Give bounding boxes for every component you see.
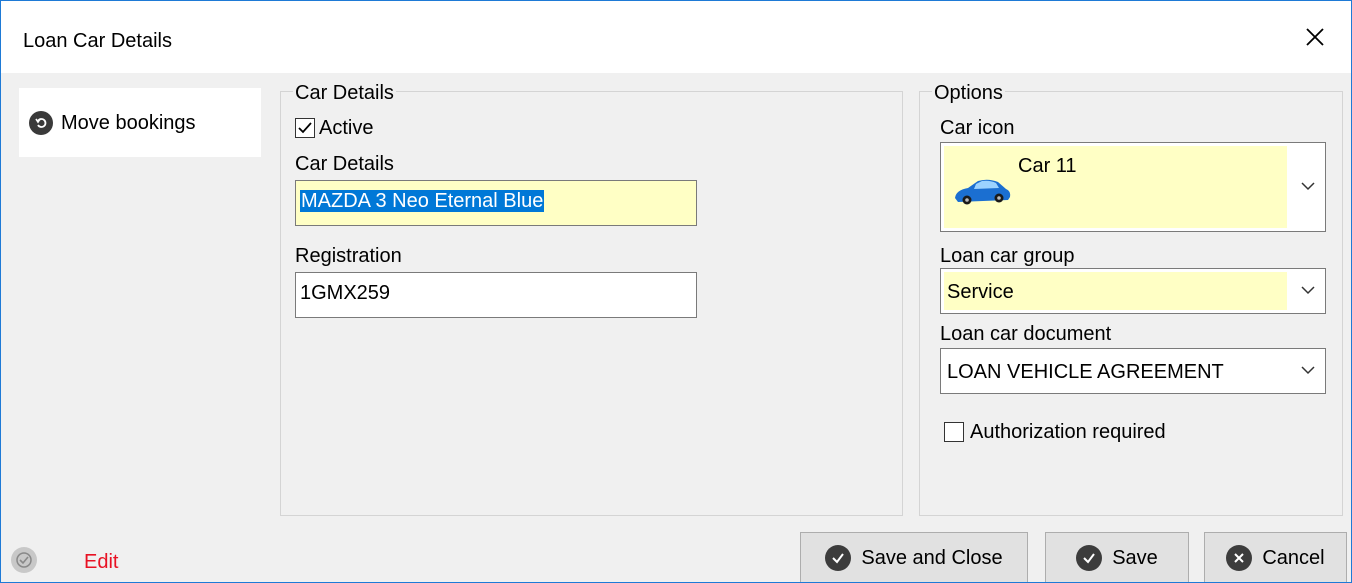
dialog-window: Loan Car Details Move bookings Car Detai… [0,0,1352,583]
window-title: Loan Car Details [23,30,172,52]
registration-label: Registration [295,245,402,267]
save-and-close-button[interactable]: Save and Close [800,532,1028,582]
car-details-group-label: Car Details [293,82,396,104]
loan-car-group-dropdown[interactable]: Service [940,268,1326,314]
close-button[interactable] [1279,1,1351,73]
cancel-button[interactable]: Cancel [1204,532,1347,582]
cancel-label: Cancel [1262,546,1325,569]
loan-car-document-dropdown[interactable]: LOAN VEHICLE AGREEMENT [940,348,1326,394]
car-icon-label: Car icon [940,117,1015,139]
chevron-down-icon [1301,366,1315,375]
save-button[interactable]: Save [1045,532,1189,582]
active-label: Active [319,117,374,139]
edit-status-text: Edit [84,551,119,573]
x-circle-icon [1226,545,1253,571]
car-icon-dropdown[interactable]: Car 11 [940,142,1326,232]
car-details-group: Car Details Active Car Details MAZDA 3 N… [280,82,903,516]
options-group: Options Car icon Car 11 Loan car group S… [919,82,1343,516]
chevron-down-icon [1301,286,1315,295]
save-label: Save [1112,546,1158,569]
save-and-close-label: Save and Close [861,546,1003,569]
car-details-field-label: Car Details [295,153,394,175]
loan-car-group-label: Loan car group [940,245,1075,267]
car-details-input[interactable]: MAZDA 3 Neo Eternal Blue [295,180,697,226]
checkmark-icon [298,122,312,134]
loan-car-document-value: LOAN VEHICLE AGREEMENT [947,361,1224,383]
registration-value: 1GMX259 [300,282,391,304]
active-checkbox[interactable] [295,118,315,138]
check-circle-icon [825,545,852,571]
car-details-value: MAZDA 3 Neo Eternal Blue [300,190,545,212]
chevron-down-icon [1301,182,1315,191]
active-checkbox-row[interactable]: Active [295,116,373,140]
title-bar: Loan Car Details [1,1,1351,73]
status-circle-icon [11,547,37,573]
side-menu: Move bookings [19,88,261,157]
check-circle-icon [1076,545,1103,571]
authorization-checkbox[interactable] [944,422,964,442]
authorization-label: Authorization required [970,421,1166,443]
options-group-label: Options [932,82,1005,104]
move-bookings-label: Move bookings [61,111,196,134]
close-icon [1306,28,1324,46]
undo-circle-icon [29,110,53,135]
car-icon-value: Car 11 [1018,155,1077,177]
move-bookings-button[interactable]: Move bookings [19,88,261,157]
authorization-checkbox-row[interactable]: Authorization required [944,420,1166,444]
loan-car-document-label: Loan car document [940,323,1112,345]
loan-car-group-value: Service [947,281,1014,303]
blue-car-icon [955,179,1011,205]
registration-input[interactable]: 1GMX259 [295,272,697,318]
